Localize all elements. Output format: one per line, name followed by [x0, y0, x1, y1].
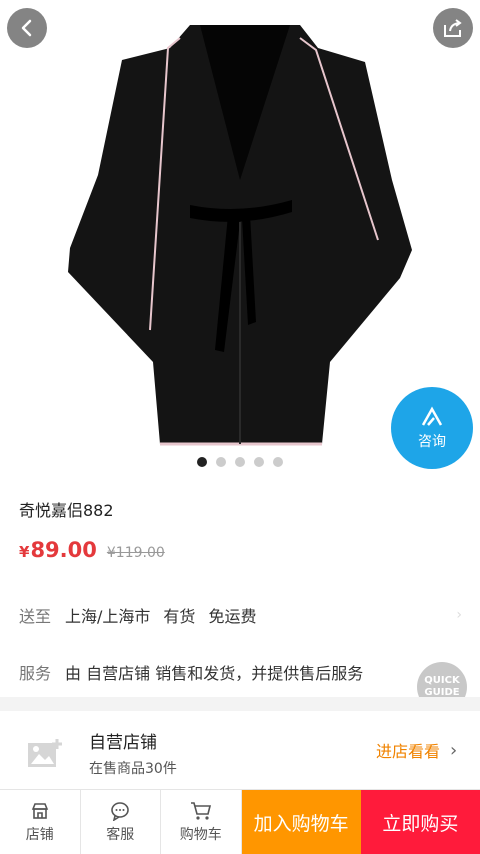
price-row: ¥89.00 ¥119.00: [19, 538, 165, 562]
service-text: 由 自营店铺 销售和发货，并提供售后服务: [65, 664, 364, 683]
buy-now-button[interactable]: 立即购买: [360, 790, 480, 854]
consult-icon: [421, 406, 443, 426]
store-product-count: 在售商品30件: [89, 761, 177, 777]
shipping-fee: 免运费: [208, 607, 257, 626]
customer-service-button[interactable]: 客服: [81, 790, 161, 854]
chevron-right-icon: ›: [450, 739, 458, 761]
product-image-carousel[interactable]: 咨询: [0, 0, 480, 476]
current-price: ¥89.00: [19, 538, 97, 562]
enter-store-link[interactable]: 进店看看 ›: [376, 738, 457, 762]
carousel-dot[interactable]: [273, 457, 283, 467]
shipping-row[interactable]: 送至 上海/上海市 有货 免运费 ›: [19, 603, 462, 627]
product-title: 奇悦嘉侣882: [19, 501, 114, 520]
store-tab-button[interactable]: 店铺: [0, 790, 81, 854]
bottom-action-bar: 店铺 客服 购物车 加入购物车 立即购买: [0, 789, 480, 854]
share-icon: [444, 19, 462, 37]
carousel-dot[interactable]: [254, 457, 264, 467]
service-row: 服务 由 自营店铺 销售和发货，并提供售后服务: [19, 660, 363, 684]
store-section[interactable]: 自营店铺 在售商品30件 进店看看 ›: [0, 711, 480, 789]
original-price: ¥119.00: [106, 545, 165, 561]
image-placeholder-icon: [28, 739, 62, 767]
carousel-dot[interactable]: [235, 457, 245, 467]
store-icon: [31, 800, 49, 822]
carousel-dot[interactable]: [197, 457, 207, 467]
share-button[interactable]: [433, 8, 473, 48]
chat-icon: [110, 800, 130, 822]
shipping-location: 上海/上海市: [65, 607, 151, 626]
cart-tab-button[interactable]: 购物车: [161, 790, 242, 854]
service-label: 服务: [19, 664, 52, 683]
carousel-dot[interactable]: [216, 457, 226, 467]
back-button[interactable]: [7, 8, 47, 48]
add-to-cart-button[interactable]: 加入购物车: [241, 790, 361, 854]
store-name: 自营店铺: [89, 733, 157, 753]
cart-icon: [190, 800, 212, 822]
back-arrow-icon: [21, 19, 32, 37]
consult-label: 咨询: [418, 434, 446, 450]
section-divider: [0, 697, 480, 711]
shipping-label: 送至: [19, 607, 52, 626]
enter-store-label: 进店看看: [376, 742, 441, 761]
chevron-right-icon: ›: [456, 607, 462, 623]
stock-status: 有货: [163, 607, 196, 626]
consult-button[interactable]: 咨询: [391, 387, 473, 469]
